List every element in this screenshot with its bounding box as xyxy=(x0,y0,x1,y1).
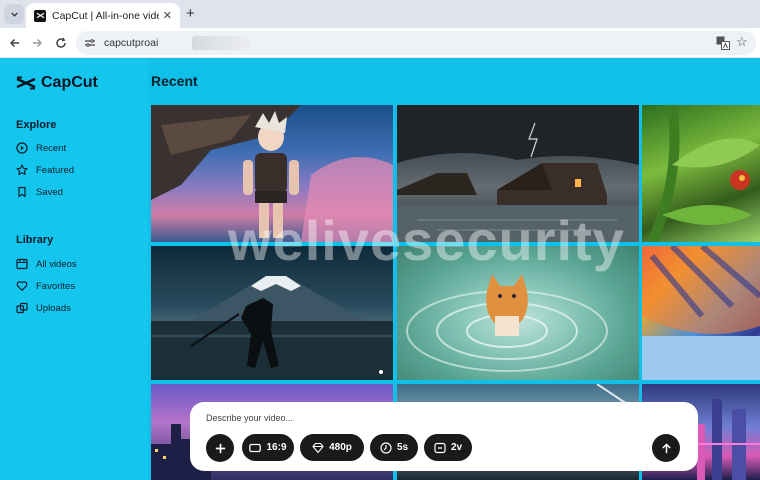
describe-video-input[interactable] xyxy=(206,411,676,425)
sidebar-item-featured[interactable]: Featured xyxy=(16,162,74,178)
address-bar[interactable]: capcutproai ☆ xyxy=(76,31,756,55)
tab-title: CapCut | All-in-one video edito xyxy=(52,9,159,22)
new-tab-button[interactable]: + xyxy=(186,5,195,22)
play-circle-icon xyxy=(16,142,28,154)
sidebar-item-label: Uploads xyxy=(36,302,71,314)
tab-search-button[interactable] xyxy=(4,4,24,24)
capcut-logo[interactable]: CapCut xyxy=(16,74,98,92)
sidebar-item-recent[interactable]: Recent xyxy=(16,140,66,156)
explore-section-title: Explore xyxy=(16,119,57,131)
sidebar-item-label: Recent xyxy=(36,142,67,154)
duration-value: 5s xyxy=(396,442,409,453)
aspect-ratio-icon xyxy=(249,443,262,452)
bookmark-icon xyxy=(18,186,26,198)
sidebar-item-label: Featured xyxy=(36,164,75,176)
sidebar-item-label: Saved xyxy=(36,186,63,198)
model-icon xyxy=(434,442,446,453)
clock-icon xyxy=(380,441,392,454)
video-thumbnail-plant[interactable] xyxy=(642,105,760,242)
chevron-down-icon xyxy=(10,12,18,17)
url-text: capcutproai xyxy=(104,37,159,49)
redacted-url-segment xyxy=(192,36,250,50)
heart-icon xyxy=(16,281,28,291)
sidebar-item-label: Favorites xyxy=(36,280,76,292)
site-settings-icon[interactable] xyxy=(84,37,96,49)
bookmark-star-icon[interactable]: ☆ xyxy=(736,34,748,50)
watermark-text: welivesecurity xyxy=(228,209,625,272)
add-button[interactable] xyxy=(206,434,234,462)
sidebar-item-label: All videos xyxy=(36,258,77,270)
sidebar-item-uploads[interactable]: Uploads xyxy=(16,300,71,316)
submit-button[interactable] xyxy=(652,434,680,462)
resolution-button[interactable]: 480p xyxy=(300,434,364,461)
star-icon xyxy=(16,164,28,176)
model-version-value: 2v xyxy=(450,442,463,453)
video-thumbnail-balloon[interactable] xyxy=(642,246,760,380)
library-section-title: Library xyxy=(16,234,54,246)
back-button[interactable] xyxy=(6,34,24,52)
page-title: Recent xyxy=(151,73,198,89)
resolution-value: 480p xyxy=(329,442,352,453)
browser-tab[interactable]: CapCut | All-in-one video edito ✕ xyxy=(26,3,180,28)
forward-arrow-icon xyxy=(33,38,43,48)
forward-button[interactable] xyxy=(28,34,46,52)
sidebar-item-saved[interactable]: Saved xyxy=(16,184,63,200)
sidebar-item-favorites[interactable]: Favorites xyxy=(16,278,75,294)
capcut-favicon-icon xyxy=(34,9,46,22)
close-tab-icon[interactable]: ✕ xyxy=(163,9,172,22)
duration-button[interactable]: 5s xyxy=(370,434,418,461)
aspect-ratio-button[interactable]: 16:9 xyxy=(242,434,294,461)
plant-artwork xyxy=(647,105,760,242)
plus-icon xyxy=(215,443,225,453)
video-grid-icon xyxy=(16,258,28,270)
arrow-up-icon xyxy=(661,442,671,453)
capcut-logo-icon xyxy=(16,76,36,90)
balloon-artwork xyxy=(642,246,760,380)
translate-icon[interactable] xyxy=(716,36,730,50)
browser-toolbar: capcutproai ☆ xyxy=(0,28,760,58)
sidebar: CapCut Explore Recent Featured Saved Lib… xyxy=(0,58,148,480)
browser-tab-strip: CapCut | All-in-one video edito ✕ + xyxy=(0,0,760,28)
model-version-button[interactable]: 2v xyxy=(424,434,472,461)
diamond-icon xyxy=(312,442,324,453)
video-prompt-panel: 16:9 480p 5s 2v xyxy=(190,402,698,471)
reload-button[interactable] xyxy=(52,34,70,52)
aspect-ratio-value: 16:9 xyxy=(266,442,287,453)
reload-icon xyxy=(56,37,66,48)
back-arrow-icon xyxy=(9,38,19,48)
uploads-icon xyxy=(16,302,28,314)
brand-name: CapCut xyxy=(41,74,98,91)
capcut-app: CapCut Explore Recent Featured Saved Lib… xyxy=(0,58,760,480)
sidebar-item-all-videos[interactable]: All videos xyxy=(16,256,77,272)
